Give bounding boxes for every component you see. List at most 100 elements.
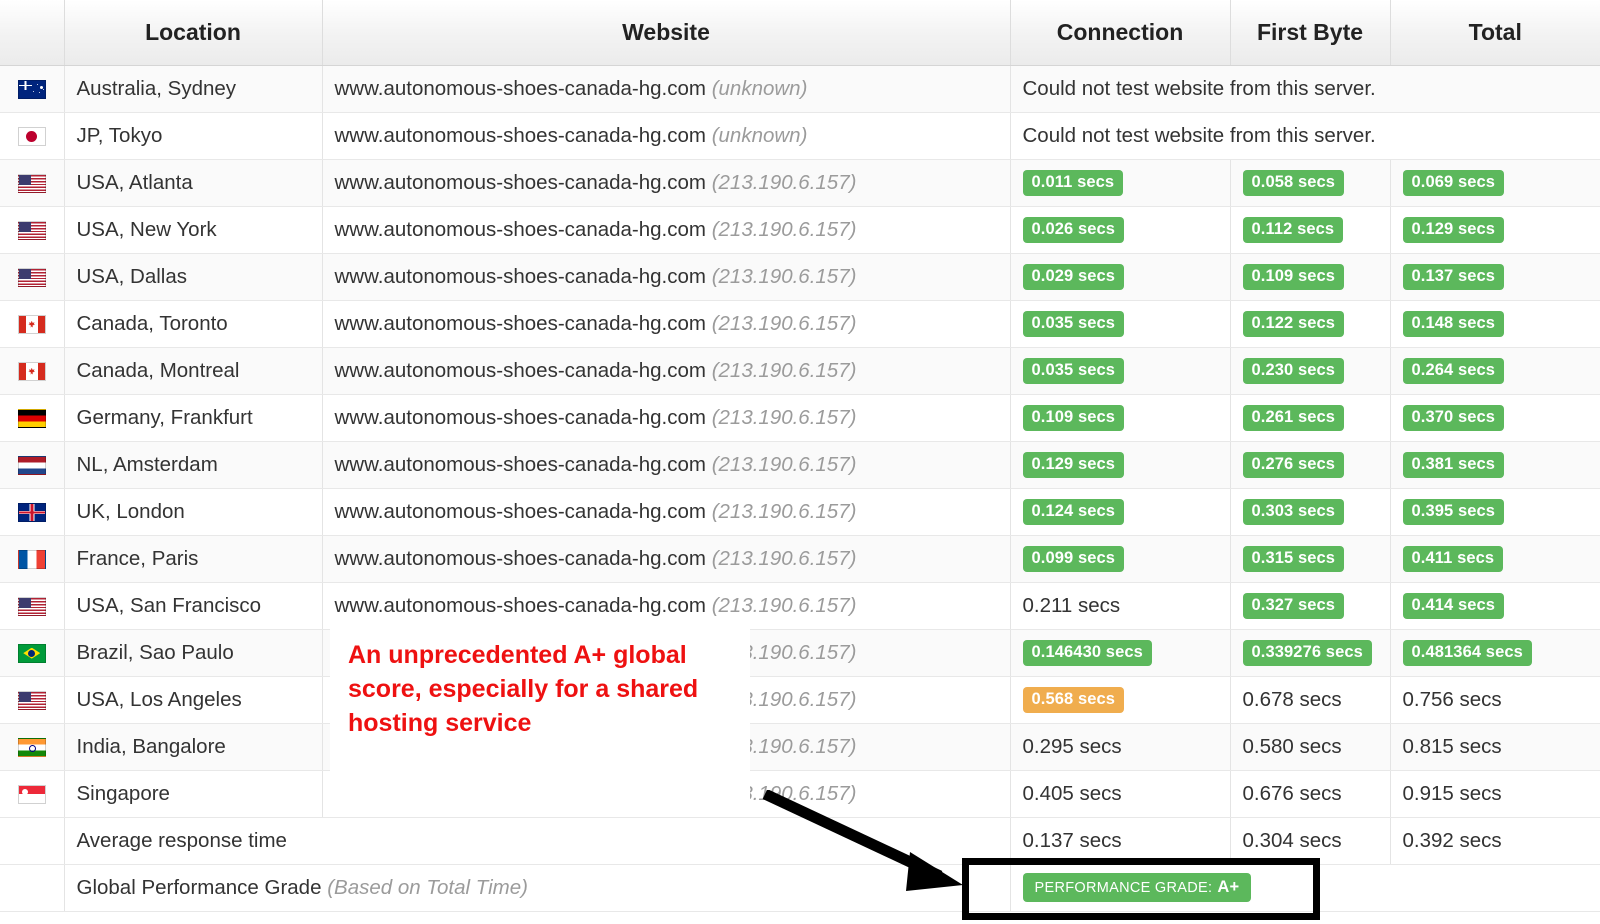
in-flag-icon [17, 737, 46, 757]
de-flag-icon [17, 408, 46, 428]
flag-cell [0, 535, 65, 583]
performance-grade-badge-value: A+ [1217, 877, 1240, 896]
location-label: France, Paris [76, 546, 199, 570]
location-label: UK, London [76, 499, 185, 523]
average-connection-cell: 0.137 secs [1010, 817, 1231, 865]
connection-cell: 0.295 secs [1010, 723, 1231, 771]
total-cell: 0.395 secs [1390, 488, 1600, 536]
website-cell: www.autonomous-shoes-canada-hg.com (213.… [322, 441, 1011, 489]
website-ip: (213.190.6.157) [711, 264, 857, 288]
table-row: JP, Tokyo www.autonomous-shoes-canada-hg.… [0, 112, 1600, 160]
location-label: Australia, Sydney [76, 76, 237, 100]
website-ip: (213.190.6.157) [711, 217, 857, 241]
column-header-flag [0, 0, 65, 66]
uk-flag-icon [17, 502, 46, 522]
first-byte-cell: 0.112 secs [1230, 206, 1391, 254]
timing-value: 0.580 secs [1242, 734, 1342, 758]
location-cell: USA, Dallas [64, 253, 323, 301]
website-cell: www.autonomous-shoes-canada-hg.com (213.… [322, 253, 1011, 301]
location-cell: NL, Amsterdam [64, 441, 323, 489]
timing-value: 0.815 secs [1402, 734, 1502, 758]
average-connection-value: 0.137 secs [1022, 828, 1122, 852]
average-flag-spacer [0, 817, 65, 865]
website-cell: www.autonomous-shoes-canada-hg.com (213.… [322, 159, 1011, 207]
table-row: UK, London www.autonomous-shoes-canada-hg… [0, 488, 1600, 536]
location-cell: JP, Tokyo [64, 112, 323, 160]
flag-cell [0, 723, 65, 771]
table-row: USA, Dallas www.autonomous-shoes-canada-h… [0, 253, 1600, 301]
timing-badge: 0.381 secs [1402, 452, 1505, 478]
average-label-cell: Average response time [64, 817, 1011, 865]
total-cell: 0.148 secs [1390, 300, 1600, 348]
column-header-first-byte: First Byte [1230, 0, 1391, 66]
table-row: Australia, Sydney www.autonomous-shoes-ca… [0, 65, 1600, 113]
website-ip: (unknown) [711, 76, 808, 100]
location-cell: Canada, Montreal [64, 347, 323, 395]
timing-badge: 0.109 secs [1242, 264, 1345, 290]
table-row: USA, Atlanta www.autonomous-shoes-canada-… [0, 159, 1600, 207]
first-byte-cell: 0.678 secs [1230, 676, 1391, 724]
connection-cell: 0.568 secs [1010, 676, 1231, 724]
first-byte-cell: 0.109 secs [1230, 253, 1391, 301]
table-row: USA, San Francisco www.autonomous-shoes-c… [0, 582, 1600, 630]
first-byte-cell: 0.261 secs [1230, 394, 1391, 442]
website-host: www.autonomous-shoes-canada-hg.com [334, 123, 706, 147]
average-response-row: Average response time 0.137 secs 0.304 sec… [0, 817, 1600, 865]
total-cell: 0.129 secs [1390, 206, 1600, 254]
flag-cell [0, 770, 65, 818]
total-cell: 0.915 secs [1390, 770, 1600, 818]
website-host: www.autonomous-shoes-canada-hg.com [334, 358, 706, 382]
timing-badge: 0.069 secs [1402, 170, 1505, 196]
location-cell: France, Paris [64, 535, 323, 583]
us-flag-icon [17, 690, 46, 710]
website-host: www.autonomous-shoes-canada-hg.com [334, 499, 706, 523]
location-cell: USA, Los Angeles [64, 676, 323, 724]
location-label: India, Bangalore [76, 734, 226, 758]
table-row: Brazil, Sao Paulo www.autonomous-shoes-ca… [0, 629, 1600, 677]
flag-cell [0, 206, 65, 254]
total-cell: 0.264 secs [1390, 347, 1600, 395]
timing-badge: 0.339276 secs [1242, 640, 1372, 666]
grade-badge-cell: PERFORMANCE GRADE: A+ [1010, 864, 1600, 912]
timing-badge: 0.230 secs [1242, 358, 1345, 384]
timing-badge: 0.058 secs [1242, 170, 1345, 196]
timing-badge: 0.035 secs [1022, 358, 1125, 384]
website-cell: www.autonomous-shoes-canada-hg.com (unkn… [322, 65, 1011, 113]
location-label: JP, Tokyo [76, 123, 163, 147]
timing-badge: 0.099 secs [1022, 546, 1125, 572]
table-header-row: Location Website Connection First Byte T… [0, 0, 1600, 66]
first-byte-cell: 0.315 secs [1230, 535, 1391, 583]
location-cell: Germany, Frankfurt [64, 394, 323, 442]
timing-value: 0.676 secs [1242, 781, 1342, 805]
timing-badge: 0.568 secs [1022, 687, 1125, 713]
connection-cell: 0.035 secs [1010, 300, 1231, 348]
total-cell: 0.815 secs [1390, 723, 1600, 771]
timing-badge: 0.148 secs [1402, 311, 1505, 337]
website-host: www.autonomous-shoes-canada-hg.com [334, 311, 706, 335]
timing-badge: 0.129 secs [1022, 452, 1125, 478]
timing-badge: 0.026 secs [1022, 217, 1125, 243]
timing-badge: 0.011 secs [1022, 170, 1124, 196]
grade-label: Global Performance Grade [76, 875, 322, 899]
connection-cell: 0.035 secs [1010, 347, 1231, 395]
timing-badge: 0.261 secs [1242, 405, 1345, 431]
website-host: www.autonomous-shoes-canada-hg.com [334, 405, 706, 429]
timing-badge: 0.112 secs [1242, 217, 1344, 243]
flag-cell [0, 441, 65, 489]
location-label: NL, Amsterdam [76, 452, 218, 476]
website-host: www.autonomous-shoes-canada-hg.com [334, 687, 706, 711]
location-label: Canada, Toronto [76, 311, 228, 335]
br-flag-icon [17, 643, 46, 663]
first-byte-cell: 0.580 secs [1230, 723, 1391, 771]
website-host: www.autonomous-shoes-canada-hg.com [334, 546, 706, 570]
first-byte-cell: 0.276 secs [1230, 441, 1391, 489]
flag-cell [0, 300, 65, 348]
flag-cell [0, 347, 65, 395]
performance-results-table: Location Website Connection First Byte T… [0, 0, 1600, 912]
location-label: USA, Los Angeles [76, 687, 242, 711]
location-cell: USA, Atlanta [64, 159, 323, 207]
flag-cell [0, 676, 65, 724]
timing-badge: 0.124 secs [1022, 499, 1125, 525]
website-cell: www.autonomous-shoes-canada-hg.com (213.… [322, 206, 1011, 254]
timing-badge: 0.481364 secs [1402, 640, 1532, 666]
